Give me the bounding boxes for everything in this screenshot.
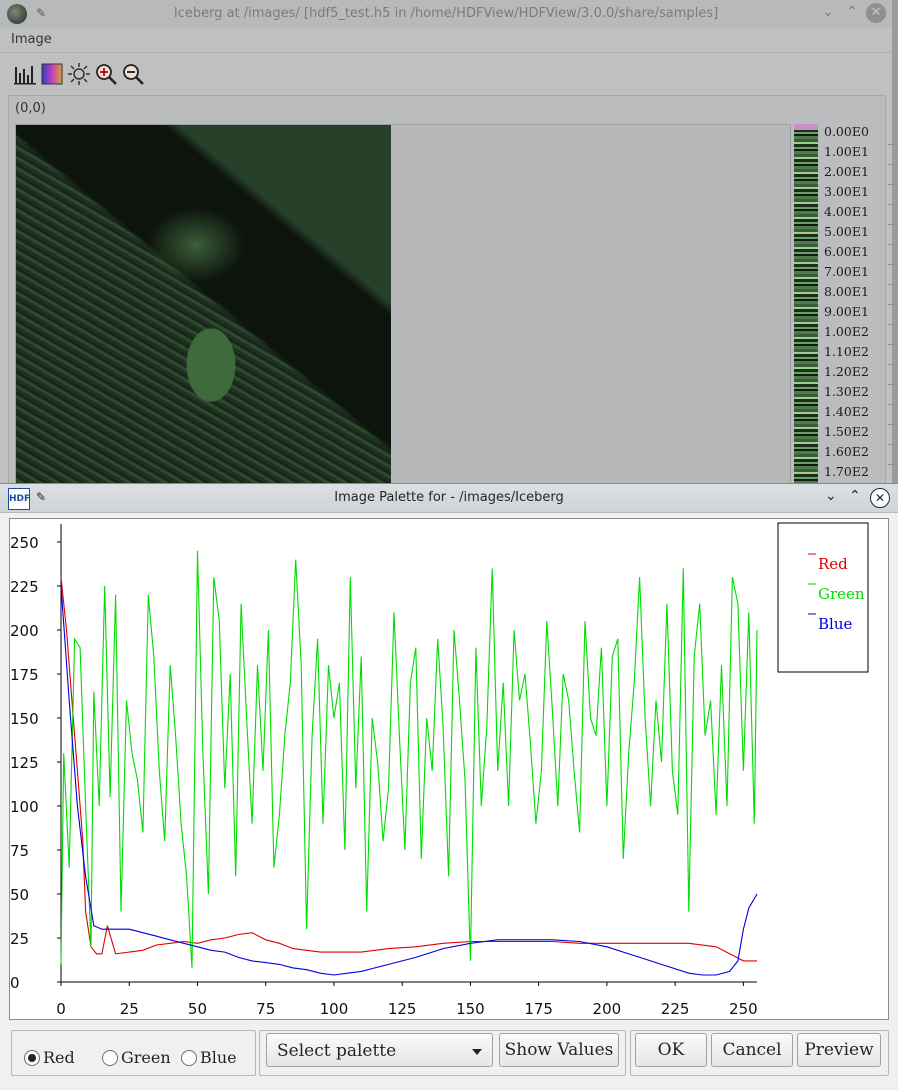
channel-radio-group: Red Green Blue	[11, 1030, 256, 1076]
colorbar-label: 1.20E2	[824, 364, 869, 379]
y-tick-label: 225	[10, 578, 39, 596]
legend-label-red: Red	[818, 555, 848, 573]
maximize-icon[interactable]: ⌃	[849, 488, 861, 504]
x-tick-label: 175	[524, 1000, 553, 1018]
colorbar-label: 1.60E2	[824, 444, 869, 459]
x-tick-label: 0	[56, 1000, 66, 1018]
zoom-in-icon[interactable]	[95, 63, 117, 85]
legend-label-green: Green	[818, 585, 865, 603]
palette-chart-svg: 0 25 50 75 100 125 150 175 200 225 250 0 25 50 75 100 12…	[10, 522, 869, 1018]
colorbar-label: 1.70E2	[824, 464, 869, 479]
y-tick-label: 250	[10, 534, 39, 552]
colorbar	[794, 124, 818, 494]
zoom-out-icon[interactable]	[122, 63, 144, 85]
colorbar-label: 1.40E2	[824, 404, 869, 419]
palette-chart: 0 25 50 75 100 125 150 175 200 225 250 0 25 50 75 100 12…	[9, 518, 889, 1020]
radio-green-label: Green	[121, 1048, 171, 1067]
colorbar-label: 4.00E1	[824, 204, 869, 219]
legend-label-blue: Blue	[818, 615, 852, 633]
x-tick-label: 225	[661, 1000, 690, 1018]
y-tick-label: 125	[10, 754, 39, 772]
chevron-down-icon	[472, 1049, 482, 1055]
colorbar-label: 7.00E1	[824, 264, 869, 279]
colorbar-label: 1.30E2	[824, 384, 869, 399]
y-tick-label: 175	[10, 666, 39, 684]
x-tick-label: 200	[593, 1000, 622, 1018]
image-view-titlebar: ✎ Iceberg at /images/ [hdf5_test.h5 in /…	[0, 0, 892, 28]
dialog-titlebar: HDF ✎ Image Palette for - /images/Iceber…	[0, 484, 898, 513]
obscured-window-edge	[888, 130, 898, 510]
colorbar-label: 8.00E1	[824, 284, 869, 299]
y-tick-label: 100	[10, 798, 39, 816]
close-icon[interactable]: ✕	[870, 488, 890, 508]
y-tick-label: 50	[10, 886, 29, 904]
colorbar-label: 2.00E1	[824, 164, 869, 179]
menubar: Image	[0, 28, 892, 53]
colorbar-label: 3.00E1	[824, 184, 869, 199]
x-tick-label: 25	[120, 1000, 139, 1018]
y-tick-label: 150	[10, 710, 39, 728]
dialog-title: Image Palette for - /images/Iceberg	[334, 490, 564, 505]
close-icon[interactable]: ✕	[866, 3, 886, 23]
dialog-bottom-bar: Red Green Blue Select palette Show Value…	[0, 1024, 898, 1090]
y-tick-label: 200	[10, 622, 39, 640]
minimize-icon[interactable]: ⌄	[825, 488, 837, 504]
radio-blue-indicator[interactable]	[181, 1050, 197, 1066]
toolbar	[0, 55, 892, 93]
colorbar-label: 1.10E2	[824, 344, 869, 359]
image-panel: (0,0) 0.00E0 1.00E1 2.00E1 3.00E1 4.00E1 5.00…	[8, 95, 886, 497]
series-line-green	[60, 550, 758, 968]
colorbar-label: 1.00E2	[824, 324, 869, 339]
preview-button[interactable]: Preview	[797, 1033, 881, 1067]
select-palette-dropdown[interactable]: Select palette	[266, 1033, 493, 1067]
colorbar-label: 1.00E1	[824, 144, 869, 159]
colorbar-labels: 0.00E0 1.00E1 2.00E1 3.00E1 4.00E1 5.00E1 6.00…	[824, 122, 869, 482]
y-tick-label: 75	[10, 842, 29, 860]
palette-icon[interactable]	[41, 63, 63, 85]
x-tick-label: 150	[456, 1000, 485, 1018]
colorbar-label: 9.00E1	[824, 304, 869, 319]
select-palette-value: Select palette	[277, 1041, 397, 1061]
image-canvas[interactable]	[15, 124, 791, 496]
iceberg-image	[16, 125, 391, 495]
colorbar-label: 6.00E1	[824, 244, 869, 259]
maximize-icon[interactable]: ⌃	[846, 4, 858, 20]
x-tick-label: 75	[256, 1000, 275, 1018]
x-tick-label: 250	[729, 1000, 758, 1018]
ok-button[interactable]: OK	[635, 1033, 707, 1067]
radio-green-indicator[interactable]	[102, 1050, 118, 1066]
brightness-icon[interactable]	[68, 63, 90, 85]
x-tick-label: 50	[188, 1000, 207, 1018]
radio-blue-label: Blue	[200, 1048, 237, 1067]
x-tick-label: 100	[320, 1000, 349, 1018]
cancel-button[interactable]: Cancel	[711, 1033, 793, 1067]
pixel-coordinate: (0,0)	[15, 101, 46, 116]
y-tick-label: 0	[10, 974, 20, 992]
show-values-button[interactable]: Show Values	[499, 1033, 619, 1067]
colorbar-label: 5.00E1	[824, 224, 869, 239]
radio-red-indicator[interactable]	[24, 1050, 40, 1066]
colorbar-label: 1.50E2	[824, 424, 869, 439]
image-view-title: Iceberg at /images/ [hdf5_test.h5 in /ho…	[173, 6, 719, 21]
x-tick-label: 125	[388, 1000, 417, 1018]
menu-image[interactable]: Image	[11, 32, 52, 47]
series-line-blue	[60, 585, 758, 976]
image-palette-dialog: HDF ✎ Image Palette for - /images/Iceber…	[0, 483, 898, 1090]
radio-red-label: Red	[43, 1048, 75, 1067]
colorbar-label: 0.00E0	[824, 124, 869, 139]
histogram-icon[interactable]	[14, 63, 36, 85]
minimize-icon[interactable]: ⌄	[822, 4, 834, 20]
y-tick-label: 25	[10, 930, 29, 948]
